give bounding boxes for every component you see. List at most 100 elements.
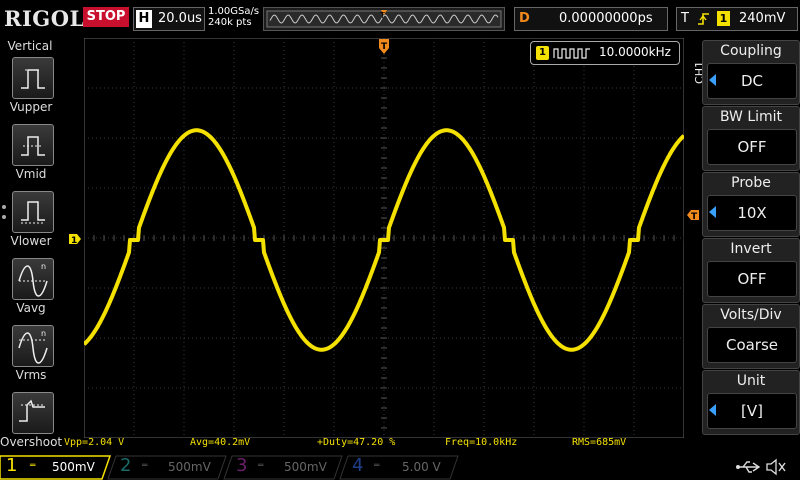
measure-label: Vupper: [9, 100, 53, 114]
channel-number: 2: [120, 455, 132, 476]
dc-coupling-icon: ═: [374, 461, 380, 471]
timebase-box[interactable]: H 20.0us: [133, 7, 205, 31]
svg-text:1: 1: [71, 236, 77, 245]
measure-rms[interactable]: RMS=685mV: [572, 437, 626, 448]
trigger-position-marker: T: [379, 39, 389, 54]
measure-label: Vmid: [15, 167, 47, 181]
pulse-lower-icon[interactable]: [12, 191, 54, 233]
channel-scale: 5.00 V: [402, 460, 441, 474]
selector-arrow-icon: [709, 206, 716, 218]
overshoot-icon[interactable]: [12, 392, 54, 434]
measure-vrms[interactable]: n Vrms: [0, 325, 60, 392]
delay-label: D: [519, 11, 530, 26]
channel-scale: 500mV: [168, 460, 211, 474]
coupling-softkey[interactable]: Coupling DC: [702, 40, 800, 105]
channel-number: 3: [236, 455, 248, 476]
menu-header: Probe: [731, 175, 771, 191]
trigger-label: T: [681, 11, 689, 26]
measure-vmid[interactable]: Vmid: [0, 124, 60, 191]
channel-status-bar: 1 ═ 500mV 2 ═ 500mV 3 ═ 500mV 4 ═ 5.00 V: [0, 455, 800, 480]
waveform-display[interactable]: [84, 38, 684, 438]
measure-vpp[interactable]: Vpp=2.04 V: [64, 437, 124, 448]
measure-label: Vrms: [15, 368, 47, 382]
measure-label: Vavg: [16, 301, 46, 315]
memory-depth: 240k pts: [208, 17, 252, 28]
memory-waveform-overview: T: [266, 10, 502, 28]
memory-position-bar[interactable]: T: [263, 7, 505, 31]
sample-info: 1.00GSa/s 240k pts: [208, 6, 259, 28]
measure-label: Overshoot: [0, 435, 63, 449]
measure-duty[interactable]: +Duty=47.20 %: [317, 437, 395, 448]
ch1-offset-marker[interactable]: 1: [68, 233, 82, 245]
sine-avg-icon[interactable]: n: [12, 258, 54, 300]
sound-muted-icon[interactable]: [765, 458, 787, 476]
svg-text:T: T: [379, 11, 385, 20]
measure-label: Vlower: [10, 234, 52, 248]
channel-scale: 500mV: [284, 460, 327, 474]
menu-header: Coupling: [720, 43, 782, 59]
frequency-counter: 1 10.0000kHz: [530, 41, 680, 65]
measure-vlower[interactable]: Vlower: [0, 191, 60, 258]
trigger-level-marker[interactable]: T: [686, 209, 700, 221]
svg-text:T: T: [691, 212, 698, 221]
trigger-level-value: 240mV: [739, 11, 786, 26]
menu-header: Volts/Div: [720, 307, 782, 323]
usb-icon: [736, 461, 761, 473]
top-status-bar: RIGOL STOP H 20.0us 1.00GSa/s 240k pts T…: [0, 0, 800, 36]
channel-4-tab[interactable]: 4 ═ 5.00 V: [344, 455, 454, 480]
measure-vupper[interactable]: Vupper: [0, 57, 60, 124]
invert-softkey[interactable]: Invert OFF: [702, 238, 800, 303]
counter-channel-badge: 1: [536, 46, 549, 60]
square-wave-icon: [553, 48, 590, 59]
menu-value: OFF: [707, 261, 797, 297]
svg-text:n: n: [41, 262, 46, 271]
measure-freq[interactable]: Freq=10.0kHz: [445, 437, 517, 448]
dc-coupling-icon: ═: [258, 461, 264, 471]
sample-rate: 1.00GSa/s: [208, 6, 260, 17]
measurement-strip: Vpp=2.04 V Avg=40.2mV +Duty=47.20 % Freq…: [64, 437, 684, 451]
trigger-channel-badge: 1: [717, 11, 730, 26]
measure-vavg[interactable]: n Vavg: [0, 258, 60, 325]
run-stop-indicator[interactable]: STOP: [83, 7, 129, 27]
selector-arrow-icon: [709, 74, 716, 86]
volts-div-softkey[interactable]: Volts/Div Coarse: [702, 304, 800, 369]
measure-overshoot[interactable]: Overshoot: [0, 392, 63, 459]
left-scroll-dot: [2, 205, 6, 209]
bw-limit-softkey[interactable]: BW Limit OFF: [702, 106, 800, 171]
delay-value: 0.00000000ps: [559, 11, 653, 26]
brand-logo: RIGOL: [4, 6, 85, 31]
channel-settings-menu: Coupling DC BW Limit OFF Probe 10X Inver…: [702, 38, 800, 458]
channel-3-tab[interactable]: 3 ═ 500mV: [228, 455, 338, 480]
channel-1-tab[interactable]: 1 ═ 500mV: [0, 455, 110, 480]
delay-box[interactable]: D 0.00000000ps: [514, 7, 668, 31]
timebase-value: 20.0us: [158, 11, 202, 26]
menu-value: 10X: [707, 195, 797, 231]
rising-edge-icon: [698, 13, 709, 25]
svg-text:T: T: [381, 42, 388, 52]
unit-softkey[interactable]: Unit [V]: [702, 370, 800, 435]
menu-value: Coarse: [707, 327, 797, 363]
probe-softkey[interactable]: Probe 10X: [702, 172, 800, 237]
measure-avg[interactable]: Avg=40.2mV: [190, 437, 250, 448]
dc-coupling-icon: ═: [142, 461, 148, 471]
channel-number: 1: [6, 455, 18, 476]
dc-coupling-icon: ═: [30, 461, 36, 471]
panel-title: Vertical: [7, 39, 53, 53]
left-scroll-dot: [2, 215, 6, 219]
vertical-measure-panel: Vertical Vupper Vmid Vlower n Vavg n Vrm…: [0, 37, 62, 455]
menu-header: Unit: [736, 373, 766, 389]
counter-value: 10.0000kHz: [599, 45, 671, 59]
menu-value: DC: [707, 63, 797, 99]
menu-value: [V]: [707, 393, 797, 429]
menu-header: Invert: [730, 241, 772, 257]
sine-rms-icon[interactable]: n: [12, 325, 54, 367]
selector-arrow-icon: [709, 404, 716, 416]
svg-text:n: n: [41, 329, 46, 338]
trigger-box[interactable]: T 1 240mV: [676, 7, 798, 31]
channel-2-tab[interactable]: 2 ═ 500mV: [112, 455, 222, 480]
pulse-mid-icon[interactable]: [12, 124, 54, 166]
pulse-upper-icon[interactable]: [12, 57, 54, 99]
horizontal-label: H: [136, 10, 152, 28]
channel-scale: 500mV: [52, 460, 95, 474]
menu-value: OFF: [707, 129, 797, 165]
